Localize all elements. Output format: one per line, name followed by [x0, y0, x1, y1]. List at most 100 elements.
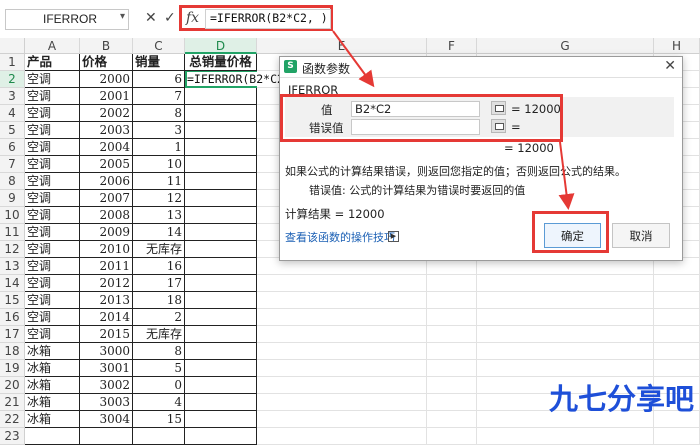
grid-cell[interactable]: 冰箱 — [25, 343, 80, 360]
grid-cell[interactable] — [477, 343, 654, 360]
row-header[interactable]: 16 — [0, 309, 25, 326]
grid-cell[interactable] — [185, 88, 257, 105]
row-header[interactable]: 6 — [0, 139, 25, 156]
grid-cell[interactable]: 11 — [133, 173, 185, 190]
grid-cell[interactable]: 空调 — [25, 207, 80, 224]
column-header-d[interactable]: D — [185, 38, 257, 54]
grid-cell[interactable] — [477, 292, 654, 309]
grid-cell[interactable]: 2 — [133, 309, 185, 326]
grid-cell[interactable] — [477, 326, 654, 343]
grid-cell[interactable]: 空调 — [25, 258, 80, 275]
grid-cell[interactable]: 无库存 — [133, 241, 185, 258]
row-header[interactable]: 9 — [0, 190, 25, 207]
row-header[interactable]: 21 — [0, 394, 25, 411]
grid-cell[interactable] — [654, 326, 700, 343]
grid-cell[interactable]: 3001 — [80, 360, 133, 377]
grid-cell[interactable] — [185, 207, 257, 224]
grid-cell[interactable]: 空调 — [25, 292, 80, 309]
grid-cell[interactable] — [654, 309, 700, 326]
grid-cell[interactable]: 5 — [133, 360, 185, 377]
grid-cell[interactable] — [185, 343, 257, 360]
collapse-dialog-icon[interactable] — [491, 119, 506, 133]
grid-cell[interactable] — [185, 275, 257, 292]
row-header[interactable]: 4 — [0, 105, 25, 122]
grid-cell[interactable]: 14 — [133, 224, 185, 241]
row-header[interactable]: 13 — [0, 258, 25, 275]
grid-cell[interactable] — [257, 326, 427, 343]
grid-cell[interactable]: 2000 — [80, 71, 133, 88]
grid-cell[interactable]: 18 — [133, 292, 185, 309]
grid-cell[interactable] — [427, 428, 477, 445]
grid-cell[interactable]: 2004 — [80, 139, 133, 156]
grid-cell[interactable]: 2010 — [80, 241, 133, 258]
row-header[interactable]: 10 — [0, 207, 25, 224]
grid-cell[interactable]: 6 — [133, 71, 185, 88]
grid-cell[interactable]: 总销量价格 — [185, 54, 257, 71]
row-header[interactable]: 23 — [0, 428, 25, 445]
dialog-titlebar[interactable]: S 函数参数 ✕ — [280, 57, 682, 78]
grid-cell[interactable] — [427, 292, 477, 309]
grid-cell[interactable]: 4 — [133, 394, 185, 411]
grid-cell[interactable]: 空调 — [25, 88, 80, 105]
row-header[interactable]: 8 — [0, 173, 25, 190]
column-header-f[interactable]: F — [427, 38, 477, 54]
grid-cell[interactable] — [257, 428, 427, 445]
grid-cell[interactable]: 13 — [133, 207, 185, 224]
grid-cell[interactable] — [477, 275, 654, 292]
error-value-input[interactable] — [351, 119, 480, 135]
name-box[interactable]: IFERROR ▾ — [5, 9, 129, 30]
row-header[interactable]: 7 — [0, 156, 25, 173]
grid-cell[interactable]: 2007 — [80, 190, 133, 207]
grid-cell[interactable]: 空调 — [25, 105, 80, 122]
grid-cell[interactable] — [185, 292, 257, 309]
grid-cell[interactable]: 冰箱 — [25, 360, 80, 377]
grid-cell[interactable] — [257, 292, 427, 309]
row-header[interactable]: 19 — [0, 360, 25, 377]
grid-cell[interactable] — [185, 377, 257, 394]
grid-cell[interactable] — [257, 275, 427, 292]
column-header-g[interactable]: G — [477, 38, 654, 54]
row-header[interactable]: 18 — [0, 343, 25, 360]
grid-cell[interactable]: 17 — [133, 275, 185, 292]
row-header[interactable]: 11 — [0, 224, 25, 241]
grid-cell[interactable]: 1 — [133, 139, 185, 156]
grid-cell[interactable]: 2006 — [80, 173, 133, 190]
grid-cell[interactable] — [477, 309, 654, 326]
grid-cell[interactable]: 8 — [133, 343, 185, 360]
grid-cell[interactable]: 空调 — [25, 224, 80, 241]
grid-cell[interactable]: 10 — [133, 156, 185, 173]
grid-cell[interactable]: 2009 — [80, 224, 133, 241]
row-header[interactable]: 12 — [0, 241, 25, 258]
grid-cell[interactable]: 15 — [133, 411, 185, 428]
row-header[interactable]: 22 — [0, 411, 25, 428]
grid-cell[interactable] — [185, 241, 257, 258]
grid-cell[interactable]: 2003 — [80, 122, 133, 139]
grid-cell[interactable] — [257, 394, 427, 411]
row-header[interactable]: 5 — [0, 122, 25, 139]
grid-cell[interactable]: 8 — [133, 105, 185, 122]
row-header[interactable]: 2 — [0, 71, 25, 88]
grid-cell[interactable] — [427, 343, 477, 360]
grid-cell[interactable]: 16 — [133, 258, 185, 275]
grid-cell[interactable] — [654, 292, 700, 309]
grid-cell[interactable]: 空调 — [25, 241, 80, 258]
grid-cell[interactable]: 空调 — [25, 275, 80, 292]
grid-cell[interactable]: 销量 — [133, 54, 185, 71]
grid-cell[interactable] — [257, 411, 427, 428]
grid-cell[interactable] — [185, 224, 257, 241]
grid-cell[interactable]: 空调 — [25, 122, 80, 139]
grid-cell[interactable] — [257, 377, 427, 394]
grid-cell[interactable] — [25, 428, 80, 445]
grid-cell[interactable] — [185, 139, 257, 156]
column-header-c[interactable]: C — [133, 38, 185, 54]
grid-cell[interactable]: 空调 — [25, 173, 80, 190]
confirm-formula-icon[interactable]: ✓ — [164, 9, 176, 27]
grid-cell[interactable] — [654, 360, 700, 377]
grid-cell[interactable]: 空调 — [25, 156, 80, 173]
grid-cell[interactable] — [133, 428, 185, 445]
value-input[interactable]: B2*C2 — [351, 101, 480, 117]
grid-cell[interactable]: 3002 — [80, 377, 133, 394]
grid-cell[interactable] — [427, 377, 477, 394]
grid-cell[interactable] — [257, 343, 427, 360]
grid-cell[interactable]: 7 — [133, 88, 185, 105]
